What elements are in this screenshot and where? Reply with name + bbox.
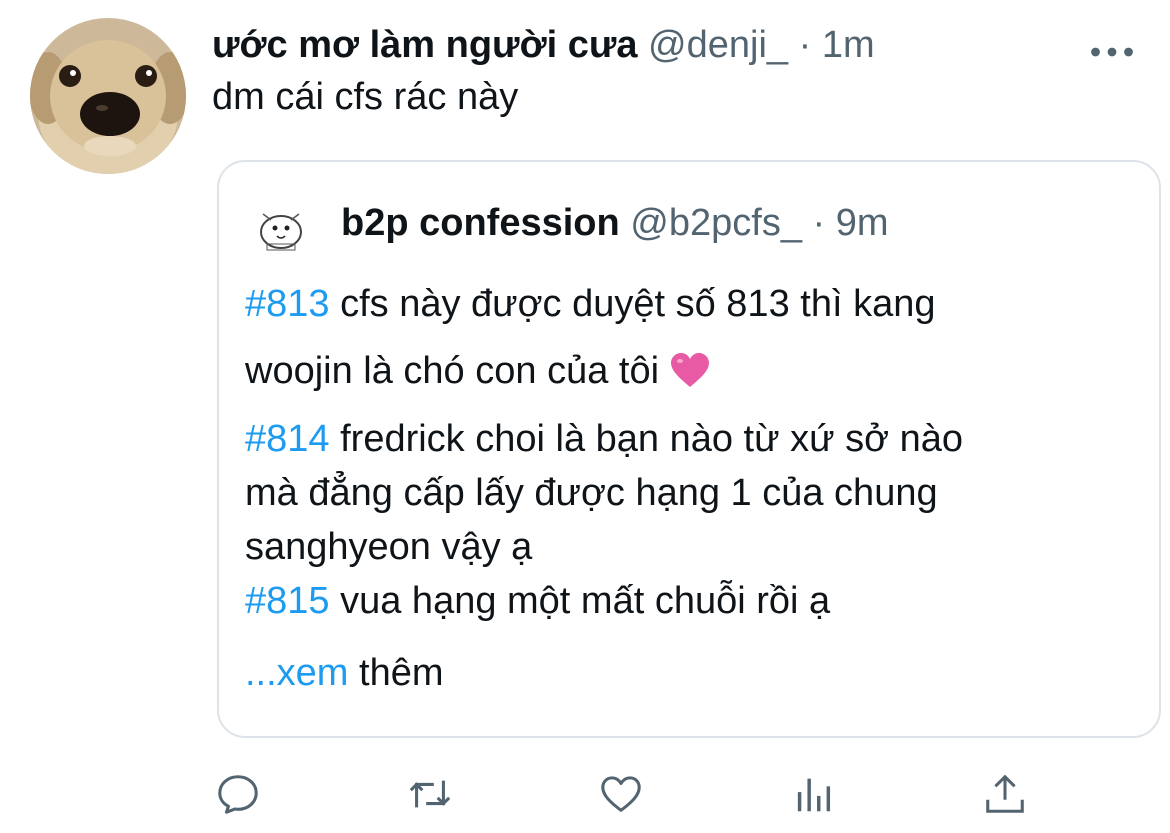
see-more-prefix[interactable]: ...xem: [245, 652, 348, 694]
retweet-button[interactable]: [402, 766, 458, 822]
hashtag-link[interactable]: #813: [245, 283, 330, 325]
heart-icon: [601, 776, 641, 812]
text-line: #813 cfs này được duyệt số 813 thì kang: [245, 272, 1135, 336]
separator-dot: ·: [798, 24, 812, 66]
author-name[interactable]: ước mơ làm người cưa: [212, 24, 637, 66]
tweet-text: dm cái cfs rác này: [212, 76, 519, 118]
retweet-icon: [409, 780, 451, 808]
tweet-time[interactable]: 1m: [822, 24, 875, 66]
line-text: woojin là chó con của tôi: [245, 350, 670, 392]
separator-dot: ·: [812, 202, 826, 244]
line-text: sanghyeon vậy ạ: [245, 526, 533, 568]
quoted-author-avatar[interactable]: [249, 200, 313, 264]
share-button[interactable]: [977, 766, 1033, 822]
text-line: sanghyeon vậy ạ: [245, 520, 1135, 574]
author-avatar[interactable]: [30, 18, 186, 174]
hamster-logo-icon: [249, 200, 313, 264]
text-line: #814 fredrick choi là bạn nào từ xứ sở n…: [245, 412, 1135, 466]
quoted-tweet-header: b2p confession @b2pcfs_ · 9m: [341, 200, 889, 246]
dog-avatar-icon: [30, 18, 186, 174]
more-options-button[interactable]: [1090, 26, 1134, 66]
tweet[interactable]: ước mơ làm người cưa @denji_ · 1m dm cái…: [0, 0, 1170, 833]
tweet-header: ước mơ làm người cưa @denji_ · 1m: [212, 22, 875, 68]
text-line: mà đẳng cấp lấy được hạng 1 của chung: [245, 466, 1135, 520]
text-line: woojin là chó con của tôi: [245, 336, 1135, 412]
analytics-icon: [797, 778, 831, 812]
analytics-button[interactable]: [785, 766, 841, 822]
pink-heart-emoji-icon: [670, 342, 710, 412]
ellipsis-icon: [1091, 47, 1133, 57]
author-handle[interactable]: @denji_: [648, 24, 788, 66]
quoted-tweet[interactable]: b2p confession @b2pcfs_ · 9m #813 cfs nà…: [217, 160, 1161, 738]
hashtag-link[interactable]: #815: [245, 580, 330, 622]
reply-icon: [218, 775, 258, 814]
action-bar: [0, 766, 1170, 822]
quoted-author-name[interactable]: b2p confession: [341, 202, 620, 244]
quoted-tweet-text: #813 cfs này được duyệt số 813 thì kang …: [245, 272, 1135, 628]
quoted-author-handle[interactable]: @b2pcfs_: [630, 202, 802, 244]
share-icon: [986, 774, 1024, 813]
see-more-link[interactable]: ...xem thêm: [245, 650, 444, 696]
quoted-tweet-time[interactable]: 9m: [836, 202, 889, 244]
line-text: mà đẳng cấp lấy được hạng 1 của chung: [245, 472, 938, 514]
hashtag-link[interactable]: #814: [245, 418, 330, 460]
line-text: fredrick choi là bạn nào từ xứ sở nào: [329, 418, 963, 460]
reply-button[interactable]: [210, 766, 266, 822]
line-text: vua hạng một mất chuỗi rồi ạ: [329, 580, 831, 622]
line-text: cfs này được duyệt số 813 thì kang: [329, 283, 936, 325]
like-button[interactable]: [593, 766, 649, 822]
text-line: #815 vua hạng một mất chuỗi rồi ạ: [245, 574, 1135, 628]
see-more-suffix: thêm: [348, 652, 444, 694]
